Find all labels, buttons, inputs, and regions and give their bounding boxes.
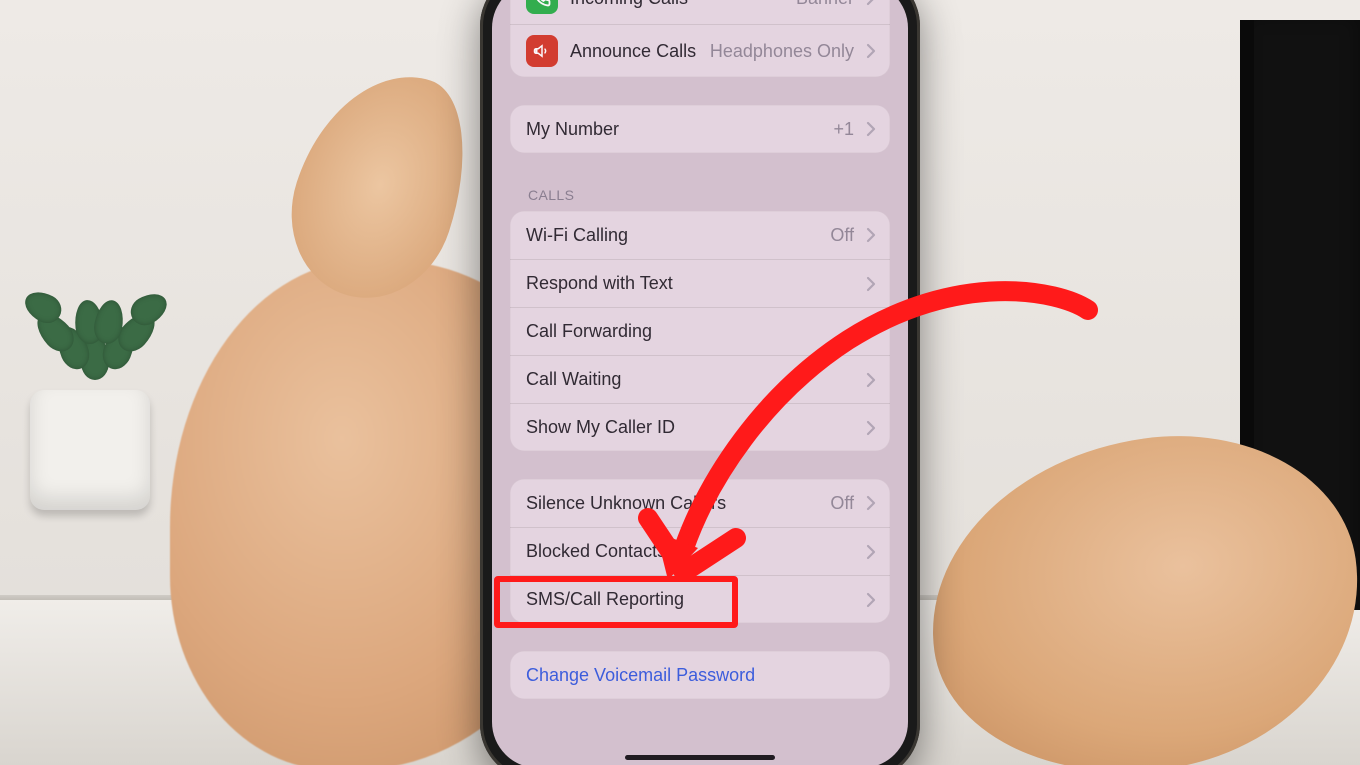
row-label: Wi-Fi Calling [526, 225, 818, 246]
row-value: Headphones Only [710, 41, 854, 62]
row-incoming-calls[interactable]: Incoming Calls Banner [510, 0, 890, 24]
group-alerts: Incoming Calls Banner Announce Calls Hea… [510, 0, 890, 77]
group-voicemail: Change Voicemail Password [510, 651, 890, 699]
row-silence-unknown-callers[interactable]: Silence Unknown Callers Off [510, 479, 890, 527]
chevron-right-icon [866, 420, 876, 436]
chevron-right-icon [866, 121, 876, 137]
chevron-right-icon [866, 592, 876, 608]
row-announce-calls[interactable]: Announce Calls Headphones Only [510, 24, 890, 77]
row-value: +1 [833, 119, 854, 140]
group-silence-block: Silence Unknown Callers Off Blocked Cont… [510, 479, 890, 623]
plant-pot [30, 390, 150, 510]
row-wifi-calling[interactable]: Wi-Fi Calling Off [510, 211, 890, 259]
row-call-waiting[interactable]: Call Waiting [510, 355, 890, 403]
group-calls: Wi-Fi Calling Off Respond with Text Call… [510, 211, 890, 451]
row-label: My Number [526, 119, 821, 140]
row-change-voicemail-password[interactable]: Change Voicemail Password [510, 651, 890, 699]
chevron-right-icon [866, 372, 876, 388]
iphone-device: Incoming Calls Banner Announce Calls Hea… [480, 0, 920, 765]
row-value: Banner [796, 0, 854, 9]
group-my-number: My Number +1 [510, 105, 890, 153]
succulent-plant [15, 150, 175, 410]
phone-screen: Incoming Calls Banner Announce Calls Hea… [492, 0, 908, 765]
announce-icon [526, 35, 558, 67]
chevron-right-icon [866, 544, 876, 560]
phone-in-icon [526, 0, 558, 14]
chevron-right-icon [866, 495, 876, 511]
row-label: Show My Caller ID [526, 417, 854, 438]
row-value: Off [830, 225, 854, 246]
chevron-right-icon [866, 0, 876, 6]
row-my-number[interactable]: My Number +1 [510, 105, 890, 153]
row-show-my-caller-id[interactable]: Show My Caller ID [510, 403, 890, 451]
row-call-forwarding[interactable]: Call Forwarding [510, 307, 890, 355]
row-respond-with-text[interactable]: Respond with Text [510, 259, 890, 307]
row-blocked-contacts[interactable]: Blocked Contacts [510, 527, 890, 575]
row-label: Incoming Calls [570, 0, 784, 9]
row-label: Announce Calls [570, 41, 698, 62]
row-sms-call-reporting[interactable]: SMS/Call Reporting [510, 575, 890, 623]
row-label: Silence Unknown Callers [526, 493, 818, 514]
row-value: Off [830, 493, 854, 514]
row-label: Respond with Text [526, 273, 854, 294]
section-header-calls: CALLS [528, 187, 886, 203]
settings-phone-scroll[interactable]: Incoming Calls Banner Announce Calls Hea… [492, 0, 908, 699]
row-label: Call Waiting [526, 369, 854, 390]
chevron-right-icon [866, 324, 876, 340]
row-label: SMS/Call Reporting [526, 589, 854, 610]
row-label: Blocked Contacts [526, 541, 854, 562]
chevron-right-icon [866, 276, 876, 292]
chevron-right-icon [866, 43, 876, 59]
row-label: Change Voicemail Password [526, 665, 876, 686]
row-label: Call Forwarding [526, 321, 854, 342]
home-indicator[interactable] [625, 755, 775, 760]
chevron-right-icon [866, 227, 876, 243]
